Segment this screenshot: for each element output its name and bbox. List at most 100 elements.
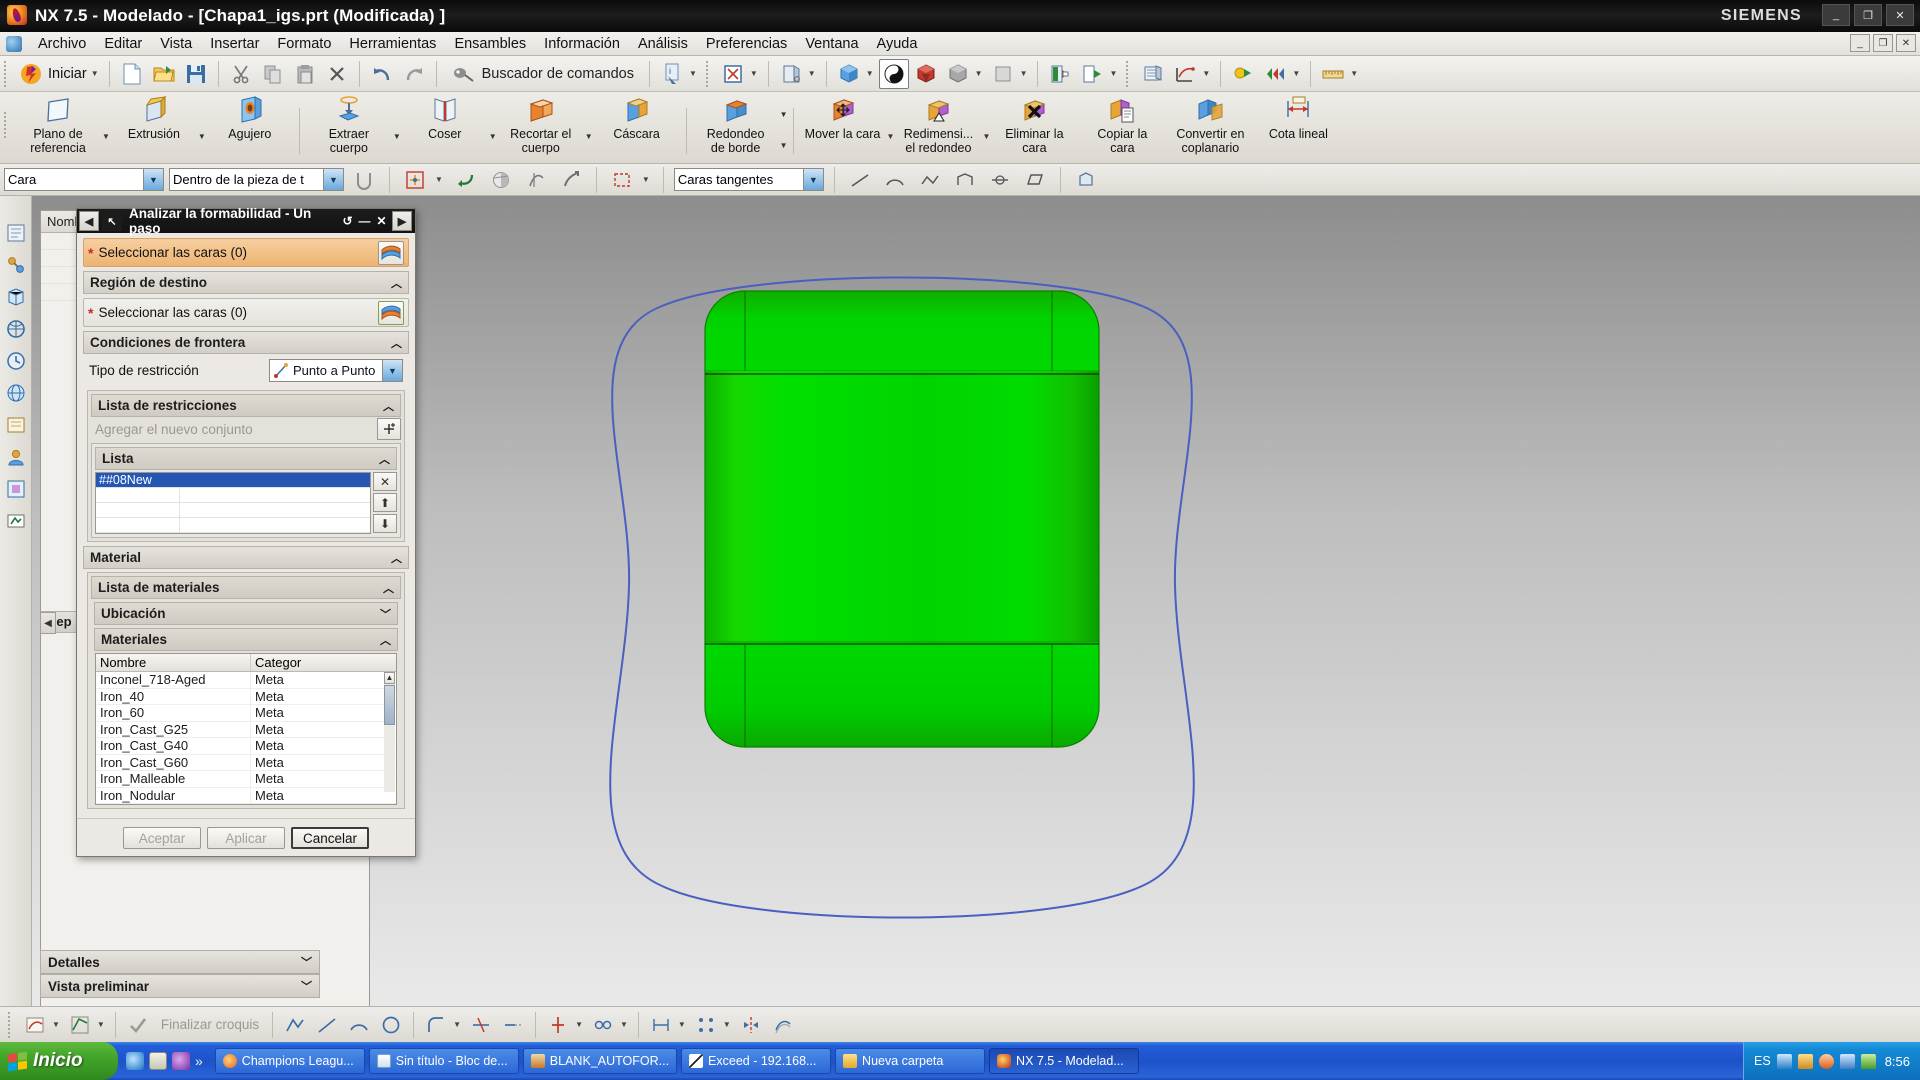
mirror-icon[interactable] (736, 1010, 766, 1040)
reuse-library-icon[interactable] (3, 316, 29, 342)
nx-start-icon[interactable] (16, 59, 46, 89)
chevron-down-icon[interactable]: ▼ (143, 169, 163, 190)
feature-extraer-cuerpo[interactable]: Extraer cuerpo (305, 92, 393, 162)
show-desktop-icon[interactable] (149, 1052, 167, 1070)
sketch-toolbar-grip[interactable] (8, 1011, 14, 1038)
dialog-forward-button[interactable]: ▶ (392, 211, 412, 231)
arc-icon[interactable] (344, 1010, 374, 1040)
scroll-up-icon[interactable]: ▲ (384, 672, 395, 684)
systems-navigator-icon[interactable] (3, 476, 29, 502)
antivirus-icon[interactable] (1860, 1053, 1876, 1069)
constraint-type-dropdown[interactable]: Punto a Punto ▼ (269, 359, 403, 382)
wireframe-icon[interactable] (943, 59, 973, 89)
feature-copiar-la-cara[interactable]: Copiar la cara (1078, 92, 1166, 162)
shaded-caret-icon[interactable]: ▼ (866, 69, 874, 78)
close-button[interactable]: ✕ (1886, 4, 1914, 26)
feature-redimensionar-redondeo[interactable]: Redimensi... el redondeo (894, 92, 982, 162)
layer-visible-icon[interactable] (1045, 59, 1075, 89)
doc-close-button[interactable]: ✕ (1896, 34, 1916, 52)
curve-rule-line-icon[interactable] (845, 165, 875, 195)
sketch-in-task-icon[interactable] (65, 1010, 95, 1040)
cut-icon[interactable] (226, 59, 256, 89)
menu-informacion[interactable]: Información (535, 34, 629, 54)
menu-insertar[interactable]: Insertar (201, 34, 268, 54)
chevron-down-icon[interactable]: ▼ (323, 169, 343, 190)
feature-recortar-cuerpo[interactable]: Recortar el cuerpo (497, 92, 585, 162)
dimension-icon[interactable] (646, 1010, 676, 1040)
roles-icon[interactable] (3, 444, 29, 470)
paste-icon[interactable] (290, 59, 320, 89)
materials-table[interactable]: Nombre Categor Inconel_718-Aged Meta Iro… (95, 653, 397, 805)
constraint-caret-icon[interactable]: ▼ (575, 1020, 583, 1029)
layer-caret-icon[interactable]: ▼ (1109, 69, 1117, 78)
assembly-icon[interactable] (1260, 59, 1290, 89)
table-row[interactable]: Iron_Cast_G40 Meta (96, 738, 396, 755)
geom-constraint-caret-icon[interactable]: ▼ (620, 1020, 628, 1029)
feature-extrusion[interactable]: Extrusión (110, 92, 198, 162)
security-icon[interactable] (1797, 1053, 1813, 1069)
group-constraint-list[interactable]: Lista de restricciones ︿ (91, 394, 401, 417)
chevron-up-icon[interactable]: ︿ (391, 335, 402, 351)
layer-list-icon[interactable] (1138, 59, 1168, 89)
group-material[interactable]: Material ︿ (83, 546, 409, 569)
hd3d-icon[interactable] (3, 508, 29, 534)
curve-rule-chain-icon[interactable] (915, 165, 945, 195)
table-row[interactable]: Iron_Cast_G25 Meta (96, 721, 396, 738)
list-item[interactable] (96, 488, 370, 503)
command-finder[interactable]: Buscador de comandos (444, 64, 642, 84)
move-object-icon[interactable] (1228, 59, 1258, 89)
static-wireframe-icon[interactable] (878, 58, 909, 89)
fit-caret-icon[interactable]: ▼ (750, 69, 758, 78)
feature-redondeo-de-borde[interactable]: Redondeo de borde (692, 92, 780, 162)
measure-icon[interactable] (1318, 59, 1348, 89)
feature-cota-lineal[interactable]: Cota lineal (1254, 92, 1342, 162)
rect-select-caret-icon[interactable]: ▼ (642, 175, 650, 184)
select-back-icon[interactable] (451, 165, 481, 195)
materials-scrollbar[interactable]: ▲ (384, 672, 395, 792)
history-icon[interactable] (3, 348, 29, 374)
feature-mover-la-cara[interactable]: Mover la cara (799, 92, 887, 162)
menu-vista[interactable]: Vista (151, 34, 201, 54)
list-item[interactable]: ##08New (96, 473, 370, 488)
maximize-button[interactable]: ❐ (1854, 4, 1882, 26)
network-icon[interactable] (1776, 1053, 1792, 1069)
dialog-minimize-button[interactable]: — (356, 212, 373, 230)
chevron-down-icon[interactable]: ▼ (382, 360, 402, 381)
table-row[interactable]: Iron_Nodular Meta (96, 787, 396, 804)
mover-cara-caret-icon[interactable]: ▼ (887, 132, 895, 141)
taskbar-item-notepad[interactable]: Sin título - Bloc de... (368, 1048, 519, 1074)
select-curve-icon[interactable] (521, 165, 551, 195)
taskbar-clock[interactable]: 8:56 (1882, 1054, 1910, 1069)
sketch-icon[interactable] (20, 1010, 50, 1040)
trim-icon[interactable] (466, 1010, 496, 1040)
select-faces-source-row[interactable]: * Seleccionar las caras (0) (83, 238, 409, 267)
open-folder-icon[interactable] (149, 59, 179, 89)
menu-ensambles[interactable]: Ensambles (445, 34, 535, 54)
new-file-icon[interactable] (117, 59, 147, 89)
column-header-nombre[interactable]: Nombre (96, 654, 251, 671)
scrollbar-thumb[interactable] (384, 685, 395, 725)
web-browser-icon[interactable] (3, 380, 29, 406)
group-target-region[interactable]: Región de destino ︿ (83, 271, 409, 294)
extend-icon[interactable] (498, 1010, 528, 1040)
info-caret-icon[interactable]: ▼ (689, 69, 697, 78)
taskbar-item-nx[interactable]: NX 7.5 - Modelad... (989, 1048, 1140, 1074)
pattern-icon[interactable] (691, 1010, 721, 1040)
chevron-down-icon[interactable]: ▼ (802, 169, 823, 190)
assembly-caret-icon[interactable]: ▼ (1292, 69, 1300, 78)
dialog-reset-button[interactable]: ↺ (339, 212, 356, 230)
fit-view-icon[interactable] (718, 59, 748, 89)
language-indicator[interactable]: ES (1754, 1054, 1771, 1068)
update-icon[interactable] (1818, 1053, 1834, 1069)
line-icon[interactable] (312, 1010, 342, 1040)
select-general-icon[interactable] (400, 165, 430, 195)
coser-caret-icon[interactable]: ▼ (489, 132, 497, 141)
constraint-list-table[interactable]: ##08New (95, 472, 371, 534)
dimension-caret-icon[interactable]: ▼ (678, 1020, 686, 1029)
feature-toolbar-grip[interactable] (4, 112, 10, 138)
finish-sketch-icon[interactable] (123, 1010, 153, 1040)
shaded-edges-icon[interactable] (911, 59, 941, 89)
feature-plano-de-referencia[interactable]: Plano de referencia (14, 92, 102, 162)
offset-icon[interactable] (768, 1010, 798, 1040)
chevron-down-icon[interactable]: ﹀ (380, 606, 391, 622)
